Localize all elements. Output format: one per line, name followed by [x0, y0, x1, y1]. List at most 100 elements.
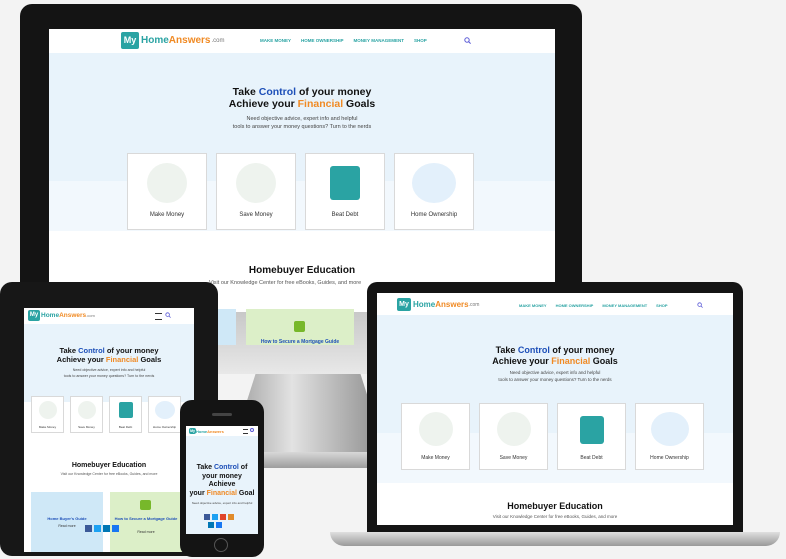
- nav-money-management[interactable]: MONEY MANAGEMENT: [602, 303, 647, 308]
- logo-badge: My: [28, 310, 40, 321]
- share-bar: [204, 514, 234, 520]
- desktop-guide-mortgage[interactable]: How to Secure a Mortgage Guide: [246, 309, 354, 345]
- desktop-screen: My Home Answers .com MAKE MONEY HOME OWNER…: [49, 29, 555, 312]
- hero-subtitle-line: Need objective advice, expert info and h…: [246, 116, 358, 122]
- nav-money-management[interactable]: MONEY MANAGEMENT: [354, 38, 404, 43]
- hero-title-highlight: Financial: [105, 355, 139, 364]
- guide-title: How to Secure a Mortgage Guide: [260, 339, 340, 345]
- lock-icon: [294, 321, 305, 332]
- site-logo[interactable]: My Home Answers .com: [28, 310, 95, 321]
- hero-title-part: Achieve your: [228, 98, 298, 110]
- nav-home-ownership[interactable]: HOME OWNERSHIP: [301, 38, 344, 43]
- facebook-icon[interactable]: [204, 514, 210, 520]
- card-make-money[interactable]: Make Money: [127, 153, 207, 230]
- section-subtitle: Visit our Knowledge Center for free eBoo…: [492, 514, 618, 519]
- twitter-icon[interactable]: [212, 514, 218, 520]
- main-nav: MAKE MONEY HOME OWNERSHIP MONEY MANAGEME…: [260, 38, 427, 43]
- scissors-card-icon: [330, 166, 360, 200]
- hero-title-part: Goals: [138, 355, 162, 364]
- nav-shop[interactable]: SHOP: [656, 303, 667, 308]
- hand-money-icon: [418, 412, 453, 446]
- hero-title-highlight: Control: [78, 346, 105, 355]
- site-header: My Home Answers .com MAKE MONEY HOME OWNER…: [377, 293, 733, 316]
- card-label: Save Money: [78, 425, 95, 429]
- logo-com: .com: [211, 37, 225, 44]
- logo-badge: My: [121, 32, 139, 49]
- piggy-bank-icon: [236, 163, 276, 203]
- hero-title-part: of your money: [549, 345, 615, 355]
- section-title: Homebuyer Education: [71, 462, 147, 469]
- search-icon[interactable]: [165, 312, 171, 318]
- hero-title-part: Goals: [343, 98, 376, 110]
- card-label: Make Money: [421, 455, 450, 461]
- nav-shop[interactable]: SHOP: [414, 38, 427, 43]
- hero-title-part: your money: [202, 472, 242, 480]
- search-icon[interactable]: [697, 302, 703, 308]
- site-logo[interactable]: My Home Answers .com: [397, 298, 479, 311]
- hero-subtitle-line: tools to answer your money questions? Tu…: [498, 376, 612, 382]
- search-icon[interactable]: [250, 428, 254, 432]
- print-icon[interactable]: [228, 514, 234, 520]
- share-icon[interactable]: [112, 525, 119, 532]
- card-beat-debt[interactable]: Beat Debt: [109, 396, 142, 433]
- site-logo[interactable]: My Home Answers .com: [121, 32, 225, 49]
- twitter-icon[interactable]: [94, 525, 101, 532]
- lock-icon: [140, 500, 151, 510]
- piggy-bank-icon: [496, 412, 531, 446]
- card-save-money[interactable]: Save Money: [216, 153, 296, 230]
- hero-title-part: Goal: [236, 489, 255, 497]
- card-home-ownership[interactable]: Home Ownership: [394, 153, 474, 230]
- hero-subtitle: Need objective advice, expert info and h…: [377, 370, 733, 383]
- card-save-money[interactable]: Save Money: [70, 396, 103, 433]
- hero-subtitle-line: tools to answer your money questions? Tu…: [63, 373, 155, 378]
- nav-home-ownership[interactable]: HOME OWNERSHIP: [556, 303, 594, 308]
- hero-title-part: Goals: [590, 356, 618, 366]
- guide-card-home-buyer[interactable]: Home Buyer's Guide Read more: [31, 492, 103, 552]
- hero-title-highlight: Control: [517, 345, 550, 355]
- phone-screen: My Home Answers Take Control of your mone…: [186, 426, 258, 534]
- linkedin-icon[interactable]: [208, 522, 214, 528]
- phone-home-button[interactable]: [214, 538, 228, 552]
- card-beat-debt[interactable]: Beat Debt: [557, 403, 626, 470]
- facebook-icon[interactable]: [85, 525, 92, 532]
- scissors-card-icon: [579, 416, 604, 444]
- menu-icon[interactable]: [155, 313, 162, 320]
- house-icon: [154, 401, 175, 419]
- card-label: Make Money: [149, 212, 185, 218]
- share-bar: [85, 525, 119, 532]
- logo-answers: Answers: [207, 428, 224, 434]
- card-beat-debt[interactable]: Beat Debt: [305, 153, 385, 230]
- email-icon[interactable]: [220, 514, 226, 520]
- site-logo[interactable]: My Home Answers: [189, 428, 224, 434]
- guide-card-mortgage[interactable]: How to Secure a Mortgage Guide Read more: [110, 492, 182, 552]
- hero-title-highlight: Financial: [551, 356, 591, 366]
- logo-badge: My: [189, 428, 196, 434]
- card-label: Home Ownership: [650, 455, 689, 461]
- card-label: Beat Debt: [580, 455, 603, 461]
- site-header: My Home Answers .com MAKE MONEY HOME OWNER…: [49, 29, 555, 54]
- read-more-link[interactable]: Read more: [110, 530, 182, 534]
- card-make-money[interactable]: Make Money: [401, 403, 470, 470]
- linkedin-icon[interactable]: [103, 525, 110, 532]
- card-label: Home Ownership: [410, 212, 458, 218]
- logo-answers: Answers: [168, 35, 211, 46]
- share-bar-2: [208, 522, 222, 528]
- hero-title-part: your: [189, 489, 207, 497]
- menu-icon[interactable]: [243, 429, 248, 434]
- hero-title-part: of your money: [104, 346, 159, 355]
- card-save-money[interactable]: Save Money: [479, 403, 548, 470]
- logo-home: Home: [196, 428, 208, 434]
- laptop-screen: My Home Answers .com MAKE MONEY HOME OWNER…: [377, 293, 733, 525]
- share-icon[interactable]: [216, 522, 222, 528]
- search-icon[interactable]: [464, 37, 471, 44]
- nav-make-money[interactable]: MAKE MONEY: [260, 38, 291, 43]
- laptop-base: [330, 532, 780, 546]
- nav-make-money[interactable]: MAKE MONEY: [519, 303, 547, 308]
- hero-title-part: Take: [495, 345, 518, 355]
- hand-money-icon: [147, 163, 187, 203]
- card-home-ownership[interactable]: Home Ownership: [148, 396, 181, 433]
- card-home-ownership[interactable]: Home Ownership: [635, 403, 704, 470]
- card-make-money[interactable]: Make Money: [31, 396, 64, 433]
- hero-band: [49, 181, 555, 231]
- logo-home: Home: [41, 312, 60, 319]
